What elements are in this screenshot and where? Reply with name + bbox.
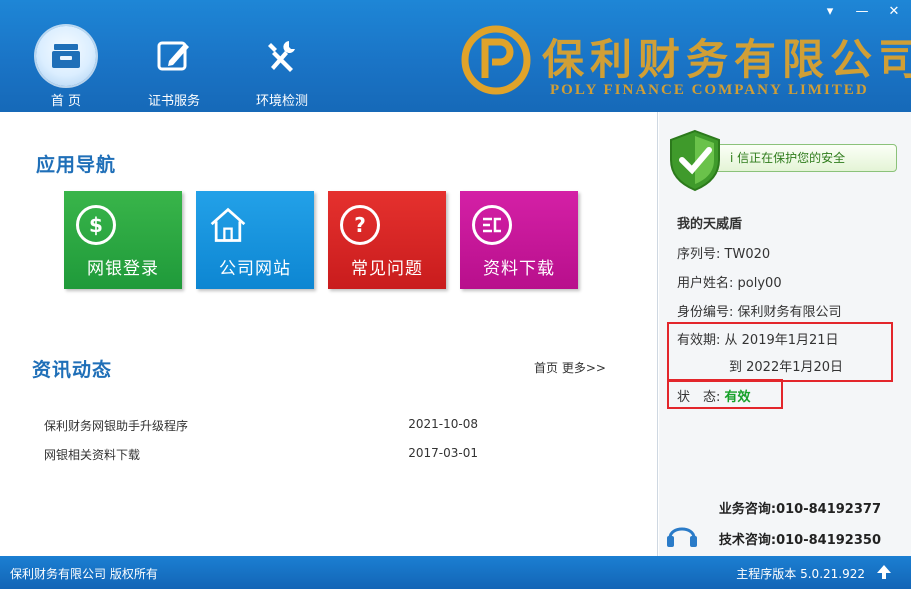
news-item[interactable]: 网银相关资料下载 2017-03-01 bbox=[44, 446, 484, 475]
tile-label: 资料下载 bbox=[483, 259, 555, 279]
question-icon: ? bbox=[340, 205, 380, 245]
app-nav-title: 应用导航 bbox=[36, 154, 117, 176]
valid-to: 到 2022年1月20日 bbox=[729, 360, 844, 375]
headset-icon bbox=[667, 527, 697, 547]
serial-row: 序列号: TW020 bbox=[677, 243, 770, 262]
safe-text: 信正在保护您的安全 bbox=[737, 151, 846, 165]
news-list: 保利财务网银助手升级程序 2021-10-08 网银相关资料下载 2017-03… bbox=[44, 417, 484, 475]
tools-icon bbox=[252, 26, 312, 86]
close-icon[interactable]: ✕ bbox=[885, 4, 903, 20]
menu-dropdown-icon[interactable]: ▾ bbox=[821, 4, 839, 20]
news-item-title: 保利财务网银助手升级程序 bbox=[44, 419, 189, 433]
nav-label-certificate: 证书服务 bbox=[147, 94, 200, 109]
company-logo: 保利财务有限公司 POLY FINANCE COMPANY LIMITED bbox=[460, 24, 911, 104]
business-phone: 业务咨询:010-84192377 bbox=[718, 502, 881, 517]
logo-chinese-name: 保利财务有限公司 bbox=[542, 35, 911, 84]
valid-from: 从 2019年1月21日 bbox=[724, 333, 839, 348]
house-icon bbox=[208, 205, 248, 245]
id-label: 身份编号: bbox=[677, 305, 734, 320]
valid-from-row: 有效期: 从 2019年1月21日 bbox=[677, 329, 839, 348]
logo-english-name: POLY FINANCE COMPANY LIMITED bbox=[550, 82, 869, 98]
main-nav: 首 页 证书服务 环境检测 bbox=[30, 26, 318, 109]
tile-ebank-login[interactable]: $ 网银登录 bbox=[64, 191, 182, 289]
username-value: poly00 bbox=[737, 276, 782, 291]
nav-item-home[interactable]: 首 页 bbox=[30, 26, 102, 109]
token-title: 我的天威盾 bbox=[677, 217, 743, 232]
version-text: 主程序版本 5.0.21.922 bbox=[736, 567, 865, 581]
home-drawer-icon bbox=[36, 26, 96, 86]
nav-item-certificate[interactable]: 证书服务 bbox=[138, 26, 210, 109]
id-row: 身份编号: 保利财务有限公司 bbox=[677, 301, 842, 320]
window-controls: ▾ — ✕ bbox=[821, 4, 903, 20]
news-item-title: 网银相关资料下载 bbox=[44, 448, 141, 462]
safe-prefix: i bbox=[730, 151, 734, 165]
username-row: 用户姓名: poly00 bbox=[677, 272, 782, 291]
tile-downloads[interactable]: 资料下载 bbox=[460, 191, 578, 289]
nav-item-environment[interactable]: 环境检测 bbox=[246, 26, 318, 109]
serial-value: TW020 bbox=[724, 247, 771, 262]
dollar-icon: $ bbox=[76, 205, 116, 245]
minimize-icon[interactable]: — bbox=[853, 4, 871, 20]
svg-text:$: $ bbox=[89, 213, 103, 237]
nav-label-environment: 环境检测 bbox=[255, 94, 308, 109]
tile-company-website[interactable]: 公司网站 bbox=[196, 191, 314, 289]
main-panel: 应用导航 $ 网银登录 公司网站 ? 常见问题 资料下载 资讯动态 首页 更多>… bbox=[0, 112, 658, 556]
tile-label: 常见问题 bbox=[351, 259, 423, 279]
status-label: 状 态: bbox=[677, 390, 721, 405]
news-item-date: 2021-10-08 bbox=[408, 417, 478, 431]
news-home-link[interactable]: 首页 bbox=[534, 361, 558, 375]
nav-label-home: 首 页 bbox=[50, 94, 82, 109]
news-title: 资讯动态 bbox=[32, 359, 113, 381]
security-status-badge: i 信正在保护您的安全 bbox=[697, 144, 897, 172]
app-tiles: $ 网银登录 公司网站 ? 常见问题 资料下载 bbox=[64, 191, 578, 289]
status-row: 状 态: 有效 bbox=[677, 386, 751, 405]
header-bar: ▾ — ✕ 首 页 证书服务 环境检测 保利财务有限公司 POLY FINANC… bbox=[0, 0, 911, 112]
tile-label: 公司网站 bbox=[219, 259, 291, 279]
serial-label: 序列号: bbox=[677, 247, 721, 262]
svg-text:?: ? bbox=[354, 213, 366, 237]
side-panel: i 信正在保护您的安全 我的天威盾 序列号: TW020 用户姓名: poly0… bbox=[659, 112, 911, 556]
news-more-link[interactable]: 更多>> bbox=[562, 361, 606, 375]
status-value: 有效 bbox=[724, 390, 751, 405]
username-label: 用户姓名: bbox=[677, 276, 734, 291]
valid-label: 有效期: bbox=[677, 333, 721, 348]
document-icon bbox=[472, 205, 512, 245]
poly-logo-mark bbox=[461, 25, 531, 95]
technical-phone: 技术咨询:010-84192350 bbox=[718, 533, 881, 548]
shield-check-icon bbox=[670, 129, 720, 192]
id-value: 保利财务有限公司 bbox=[737, 305, 842, 320]
news-item-date: 2017-03-01 bbox=[408, 446, 478, 460]
tile-label: 网银登录 bbox=[87, 259, 159, 279]
copyright-text: 保利财务有限公司 版权所有 bbox=[10, 567, 158, 581]
status-footer: 保利财务有限公司 版权所有 主程序版本 5.0.21.922 bbox=[0, 556, 911, 589]
news-item[interactable]: 保利财务网银助手升级程序 2021-10-08 bbox=[44, 417, 484, 446]
certificate-edit-icon bbox=[144, 26, 204, 86]
tile-faq[interactable]: ? 常见问题 bbox=[328, 191, 446, 289]
news-more-links: 首页 更多>> bbox=[534, 359, 606, 376]
upgrade-arrow-icon[interactable] bbox=[875, 563, 893, 581]
